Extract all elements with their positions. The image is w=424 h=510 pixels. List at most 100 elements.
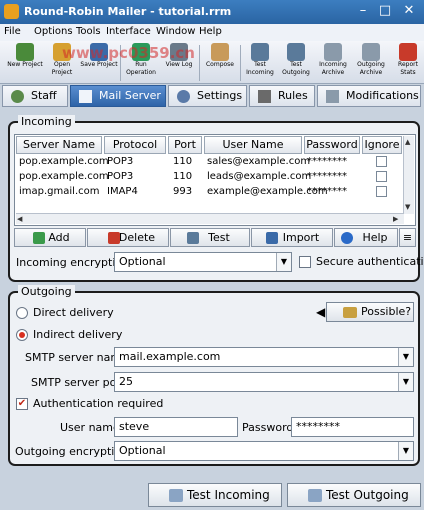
new-project-icon [16, 43, 34, 61]
password-input[interactable]: ******** [291, 417, 414, 437]
modifications-icon [326, 90, 339, 103]
test-outgoing-button[interactable]: Test Outgoing [287, 483, 421, 507]
column-header-ignore[interactable]: Ignore [362, 136, 402, 154]
delete-button[interactable]: Delete [87, 228, 169, 247]
menu-tools[interactable]: Tools [76, 26, 101, 37]
menu-bar: File Options Tools Interface Window Help [0, 24, 424, 41]
chevron-down-icon[interactable]: ▼ [398, 442, 413, 460]
settings-icon [177, 90, 190, 103]
more-options-button[interactable]: ≡ [399, 228, 416, 247]
test-incoming-icon [251, 43, 269, 61]
window-title: Round-Robin Mailer - tutorial.rrm [24, 5, 232, 18]
authentication-required-checkbox[interactable]: ✔ [16, 398, 28, 410]
chevron-down-icon[interactable]: ▼ [276, 253, 291, 271]
compose-icon [211, 43, 229, 61]
menu-icon: ≡ [402, 231, 413, 244]
test-icon [187, 232, 199, 244]
possible-button[interactable]: Possible? [326, 302, 414, 322]
pointer-arrow-icon: ◀ [316, 305, 326, 319]
ignore-checkbox[interactable] [376, 186, 387, 197]
cell-password[interactable]: ******** [307, 185, 347, 198]
tab-bar: Staff Mail Server Settings Rules Modific… [0, 84, 424, 108]
cell-user-name[interactable]: leads@example.com [207, 170, 311, 183]
compose-button[interactable]: Compose [201, 43, 239, 83]
cell-port[interactable]: 110 [173, 155, 192, 168]
tab-settings[interactable]: Settings [168, 85, 247, 107]
add-button[interactable]: Add [14, 228, 86, 247]
scroll-up-icon[interactable]: ▲ [405, 137, 410, 147]
scroll-left-icon[interactable]: ◀ [17, 214, 22, 224]
menu-file[interactable]: File [4, 26, 21, 37]
incoming-encryption-select[interactable]: Optional ▼ [114, 252, 292, 272]
add-icon [33, 232, 45, 244]
import-button[interactable]: Import [251, 228, 333, 247]
column-header-protocol[interactable]: Protocol [104, 136, 166, 154]
title-bar: Round-Robin Mailer - tutorial.rrm – □ ✕ [0, 0, 424, 24]
mail-server-icon [79, 90, 92, 103]
menu-help[interactable]: Help [199, 26, 222, 37]
toolbar-separator [199, 45, 200, 81]
test-outgoing-toolbar-button[interactable]: Test Outgoing [277, 43, 315, 83]
indirect-delivery-radio[interactable] [16, 329, 28, 341]
outgoing-archive-button[interactable]: Outgoing Archive [352, 43, 390, 83]
help-icon [341, 232, 353, 244]
cell-user-name[interactable]: sales@example.com [207, 155, 310, 168]
chevron-down-icon[interactable]: ▼ [398, 373, 413, 391]
package-icon [343, 307, 357, 318]
scroll-down-icon[interactable]: ▼ [405, 202, 410, 212]
menu-interface[interactable]: Interface [106, 26, 151, 37]
horizontal-scrollbar[interactable]: ◀ ▶ [16, 213, 404, 224]
cell-server-name[interactable]: pop.example.com [19, 155, 109, 168]
menu-window[interactable]: Window [156, 26, 195, 37]
ignore-checkbox[interactable] [376, 171, 387, 182]
direct-delivery-radio[interactable] [16, 307, 28, 319]
cell-port[interactable]: 110 [173, 170, 192, 183]
new-project-button[interactable]: New Project [6, 43, 44, 83]
maximize-button[interactable]: □ [374, 2, 396, 20]
column-header-port[interactable]: Port [168, 136, 202, 154]
cell-server-name[interactable]: imap.gmail.com [19, 185, 99, 198]
incoming-archive-button[interactable]: Incoming Archive [314, 43, 352, 83]
column-header-server-name[interactable]: Server Name [16, 136, 102, 154]
menu-options[interactable]: Options [34, 26, 73, 37]
cell-protocol[interactable]: IMAP4 [107, 185, 138, 198]
tab-rules[interactable]: Rules [249, 85, 315, 107]
secure-authentication-checkbox[interactable] [299, 256, 311, 268]
outgoing-archive-icon [362, 43, 380, 61]
ignore-checkbox[interactable] [376, 156, 387, 167]
password-label: Password: [242, 421, 298, 434]
test-outgoing-icon [287, 43, 305, 61]
cell-password[interactable]: ******** [307, 170, 347, 183]
scroll-right-icon[interactable]: ▶ [393, 214, 398, 224]
test-incoming-toolbar-button[interactable]: Test Incoming [241, 43, 279, 83]
indirect-delivery-label: Indirect delivery [33, 328, 123, 341]
report-stats-button[interactable]: Report Stats [392, 43, 424, 83]
cell-password[interactable]: ******** [307, 155, 347, 168]
cell-protocol[interactable]: POP3 [107, 155, 133, 168]
vertical-scrollbar[interactable]: ▲ ▼ [403, 136, 414, 214]
minimize-button[interactable]: – [352, 2, 374, 20]
tab-mail-server[interactable]: Mail Server [70, 85, 166, 107]
help-button[interactable]: Help [334, 228, 398, 247]
chevron-down-icon[interactable]: ▼ [398, 348, 413, 366]
cell-server-name[interactable]: pop.example.com [19, 170, 109, 183]
incoming-button-bar: Add Delete Test Import Help ≡ [14, 228, 416, 248]
outgoing-encryption-select[interactable]: Optional ▼ [114, 441, 414, 461]
authentication-required-label: Authentication required [33, 397, 164, 410]
column-header-user-name[interactable]: User Name [204, 136, 302, 154]
test-incoming-icon [169, 489, 183, 502]
tab-staff[interactable]: Staff [2, 85, 68, 107]
staff-icon [11, 90, 24, 103]
tab-modifications[interactable]: Modifications [317, 85, 421, 107]
cell-port[interactable]: 993 [173, 185, 192, 198]
close-button[interactable]: ✕ [398, 2, 420, 20]
smtp-server-name-input[interactable]: mail.example.com ▼ [114, 347, 414, 367]
column-header-password[interactable]: Password [304, 136, 360, 154]
cell-protocol[interactable]: POP3 [107, 170, 133, 183]
test-incoming-button[interactable]: Test Incoming [148, 483, 282, 507]
test-button[interactable]: Test [170, 228, 250, 247]
user-name-input[interactable]: steve [114, 417, 238, 437]
incoming-archive-icon [324, 43, 342, 61]
incoming-servers-table[interactable]: Server Name Protocol Port User Name Pass… [14, 134, 416, 226]
smtp-server-port-input[interactable]: 25 ▼ [114, 372, 414, 392]
